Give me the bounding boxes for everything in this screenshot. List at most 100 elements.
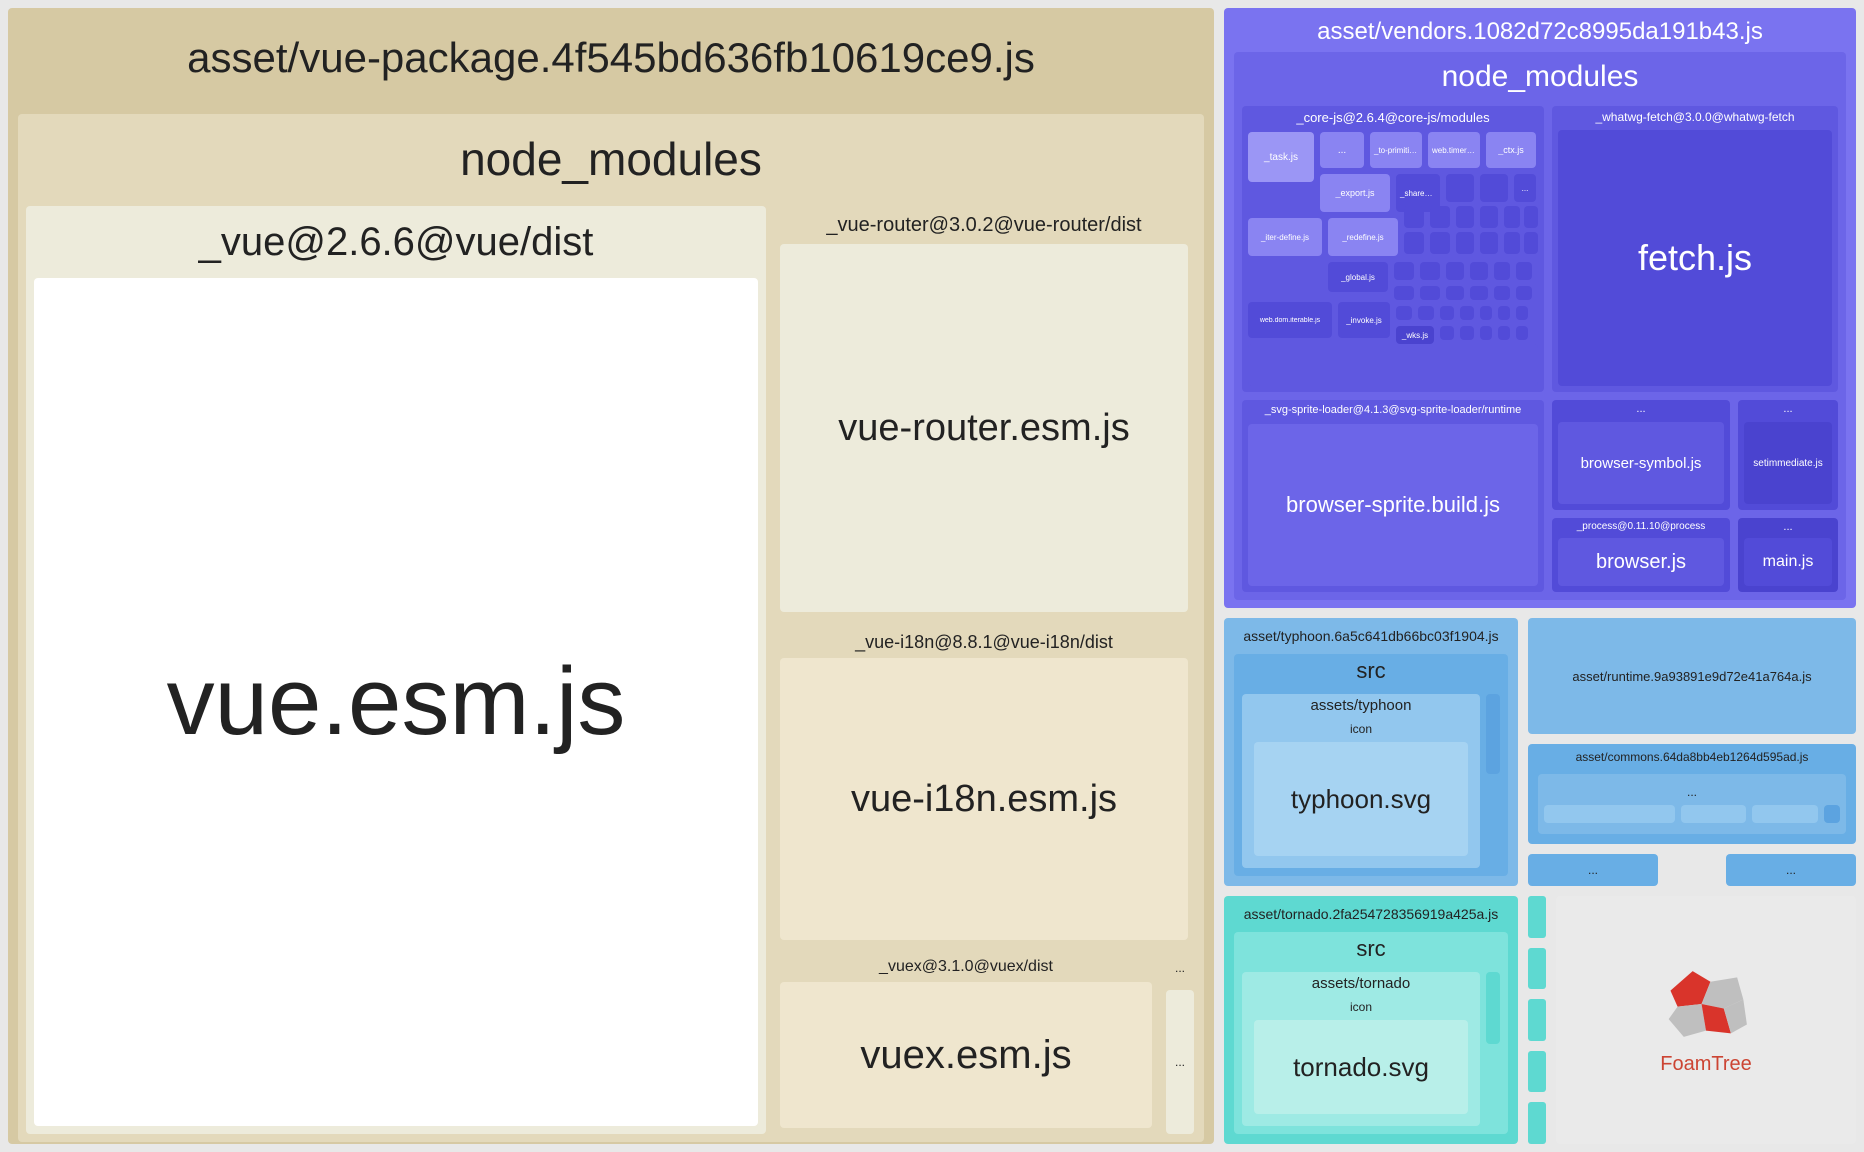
small-cell[interactable] [1418, 306, 1434, 320]
file-browser-sprite[interactable]: browser-sprite.build.js [1248, 424, 1538, 586]
file-vue-esm[interactable]: vue.esm.js [34, 278, 758, 1126]
small-fill[interactable] [1248, 344, 1538, 386]
small-cell[interactable] [1404, 232, 1424, 254]
small-cell[interactable] [1486, 780, 1500, 868]
small-cell[interactable] [1524, 232, 1538, 254]
svg-sprite-loader[interactable]: _svg-sprite-loader@4.1.3@svg-sprite-load… [1242, 400, 1544, 592]
more-cell[interactable]: ... [1166, 990, 1194, 1134]
wrap-main[interactable]: ... main.js [1738, 518, 1838, 592]
small-cell[interactable] [1446, 286, 1464, 300]
small-cell[interactable] [1504, 206, 1520, 228]
icon-folder[interactable]: icon tornado.svg [1248, 998, 1474, 1120]
small-cell[interactable] [1524, 206, 1538, 228]
chunk-tornado[interactable]: asset/tornado.2fa254728356919a425a.js sr… [1224, 896, 1518, 1144]
node-modules[interactable]: node_modules _core-js@2.6.4@core-js/modu… [1234, 52, 1846, 600]
small-cell[interactable] [1486, 694, 1500, 774]
small-cell[interactable] [1440, 306, 1454, 320]
file-i18n-esm[interactable]: vue-i18n.esm.js [780, 658, 1188, 940]
chunk-typhoon[interactable]: asset/typhoon.6a5c641db66bc03f1904.js sr… [1224, 618, 1518, 886]
assets-typhoon[interactable]: assets/typhoon icon typhoon.svg [1242, 694, 1480, 868]
file-iter-define[interactable]: _iter-define.js [1248, 218, 1322, 256]
small-cell[interactable] [1494, 262, 1510, 280]
small-cell[interactable] [1430, 232, 1450, 254]
vuex-dist[interactable]: _vuex@3.1.0@vuex/dist vuex.esm.js [774, 954, 1158, 1134]
small-cell[interactable] [1420, 286, 1440, 300]
small-cell[interactable] [1516, 286, 1532, 300]
small-cell[interactable] [1504, 232, 1520, 254]
small-cell[interactable] [1494, 286, 1510, 300]
small-cell[interactable] [1544, 805, 1675, 823]
small-cell[interactable] [1480, 326, 1492, 340]
small-cell[interactable] [1446, 262, 1464, 280]
file-wks[interactable]: _wks.js [1396, 326, 1434, 344]
file-redefine[interactable]: _redefine.js [1328, 218, 1398, 256]
small-cell[interactable] [1480, 206, 1498, 228]
small-cell[interactable] [1498, 326, 1510, 340]
file-export[interactable]: _export.js [1320, 174, 1390, 212]
more-cell[interactable]: ... [1166, 954, 1194, 982]
small-cell[interactable] [1752, 805, 1817, 823]
file-ctx[interactable]: _ctx.js [1486, 132, 1536, 168]
small-cell[interactable] [1430, 206, 1450, 228]
assets-tornado[interactable]: assets/tornado icon tornado.svg [1242, 972, 1480, 1126]
process[interactable]: _process@0.11.10@process browser.js [1552, 518, 1730, 592]
small-cell[interactable] [1396, 306, 1412, 320]
file-main[interactable]: main.js [1744, 538, 1832, 586]
small-cell[interactable] [1486, 972, 1500, 1044]
more-cell[interactable]: ... [1514, 174, 1536, 202]
icon-folder[interactable]: icon typhoon.svg [1248, 720, 1474, 862]
small-cell[interactable] [1480, 306, 1492, 320]
corejs-modules[interactable]: _core-js@2.6.4@core-js/modules _task.js … [1242, 106, 1544, 392]
chunk-runtime[interactable]: asset/runtime.9a93891e9d72e41a764a.js [1528, 618, 1856, 734]
chunk-vendors[interactable]: asset/vendors.1082d72c8995da191b43.js no… [1224, 8, 1856, 608]
file-invoke[interactable]: _invoke.js [1338, 302, 1390, 338]
small-cell[interactable] [1516, 306, 1528, 320]
wrap-setimmediate[interactable]: ... setimmediate.js [1738, 400, 1838, 510]
small-cell[interactable] [1456, 206, 1474, 228]
file-typhoon-svg[interactable]: typhoon.svg [1254, 742, 1468, 856]
file-tornado-svg[interactable]: tornado.svg [1254, 1020, 1468, 1114]
commons-inner[interactable]: ... [1538, 774, 1846, 834]
wrap-browser-symbol[interactable]: ... browser-symbol.js [1552, 400, 1730, 510]
whatwg-fetch[interactable]: _whatwg-fetch@3.0.0@whatwg-fetch fetch.j… [1552, 106, 1838, 392]
small-cell[interactable] [1516, 326, 1528, 340]
vue-dist[interactable]: _vue@2.6.6@vue/dist vue.esm.js [26, 206, 766, 1134]
small-cell[interactable] [1681, 805, 1746, 823]
small-cell[interactable] [1456, 232, 1474, 254]
small-cell[interactable] [1470, 286, 1488, 300]
node-modules[interactable]: node_modules _vue@2.6.6@vue/dist vue.esm… [18, 114, 1204, 1142]
small-cell[interactable] [1420, 262, 1440, 280]
small-cell[interactable] [1824, 805, 1840, 823]
file-vuex-esm[interactable]: vuex.esm.js [780, 982, 1152, 1128]
file-webdom[interactable]: web.dom.iterable.js [1248, 302, 1332, 338]
file-fetch[interactable]: fetch.js [1558, 130, 1832, 386]
file-router-esm[interactable]: vue-router.esm.js [780, 244, 1188, 612]
file-webtimers[interactable]: web.timers.js [1428, 132, 1480, 168]
chunk-vue-package[interactable]: asset/vue-package.4f545bd636fb10619ce9.j… [8, 8, 1214, 1144]
chunk-tiny-2[interactable]: ... [1726, 854, 1856, 886]
src[interactable]: src assets/tornado icon tornado.svg [1234, 932, 1508, 1134]
vue-router-dist[interactable]: _vue-router@3.0.2@vue-router/dist vue-ro… [774, 206, 1194, 618]
file-toprim[interactable]: _to-primitive.js [1370, 132, 1422, 168]
small-cell[interactable] [1394, 286, 1414, 300]
small-cell[interactable] [1460, 326, 1474, 340]
file-browser-symbol[interactable]: browser-symbol.js [1558, 422, 1724, 504]
chunk-tiny-1[interactable]: ... [1528, 854, 1658, 886]
small-cell[interactable] [1394, 262, 1414, 280]
src[interactable]: src assets/typhoon icon typhoon.svg [1234, 654, 1508, 876]
small-cell[interactable] [1440, 326, 1454, 340]
file-setimmediate[interactable]: setimmediate.js [1744, 422, 1832, 504]
small-cell[interactable] [1404, 206, 1424, 228]
file-global[interactable]: _global.js [1328, 262, 1388, 292]
vue-i18n-dist[interactable]: _vue-i18n@8.8.1@vue-i18n/dist vue-i18n.e… [774, 626, 1194, 946]
more-cell[interactable]: ... [1320, 132, 1364, 168]
small-cell[interactable] [1516, 262, 1532, 280]
small-cell[interactable] [1480, 174, 1508, 202]
file-browser[interactable]: browser.js [1558, 538, 1724, 586]
small-cell[interactable] [1446, 174, 1474, 202]
small-cell[interactable] [1498, 306, 1510, 320]
small-cell[interactable] [1460, 306, 1474, 320]
chunk-commons[interactable]: asset/commons.64da8bb4eb1264d595ad.js ..… [1528, 744, 1856, 844]
file-task[interactable]: _task.js [1248, 132, 1314, 182]
small-cell[interactable] [1470, 262, 1488, 280]
